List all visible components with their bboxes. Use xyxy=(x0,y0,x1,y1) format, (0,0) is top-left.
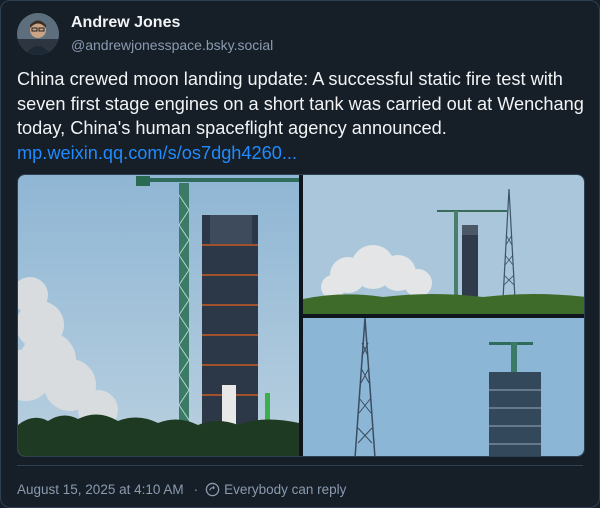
launch-tower-image[interactable] xyxy=(18,175,299,456)
reply-settings-icon xyxy=(205,482,220,497)
separator-dot: · xyxy=(193,482,199,497)
static-fire-image[interactable] xyxy=(303,175,584,314)
display-name[interactable]: Andrew Jones xyxy=(71,13,273,33)
post-header: Andrew Jones @andrewjonesspace.bsky.soci… xyxy=(17,13,273,55)
media-gallery xyxy=(17,174,585,457)
reply-setting-label[interactable]: Everybody can reply xyxy=(224,482,346,497)
avatar[interactable] xyxy=(17,13,59,55)
post-text: China crewed moon landing update: A succ… xyxy=(17,69,584,138)
footer-divider xyxy=(17,465,583,466)
handle[interactable]: @andrewjonesspace.bsky.social xyxy=(71,35,273,55)
post-footer: August 15, 2025 at 4:10 AM · Everybody c… xyxy=(17,482,346,497)
avatar-image xyxy=(17,13,59,55)
post-card[interactable]: Andrew Jones @andrewjonesspace.bsky.soci… xyxy=(0,0,600,508)
post-link[interactable]: mp.weixin.qq.com/s/os7dgh4260... xyxy=(17,141,587,166)
timestamp[interactable]: August 15, 2025 at 4:10 AM xyxy=(17,482,184,497)
tower-crane-image[interactable] xyxy=(303,318,584,456)
post-body: China crewed moon landing update: A succ… xyxy=(17,67,587,165)
